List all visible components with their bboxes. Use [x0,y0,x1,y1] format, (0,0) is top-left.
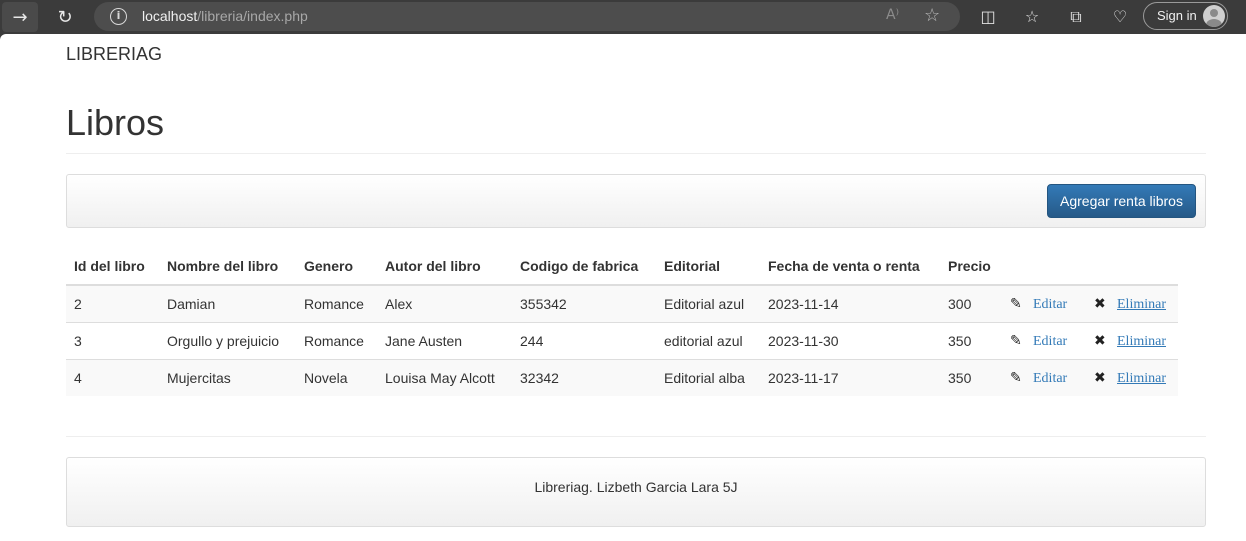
collections-icon[interactable]: ⧉ [1064,5,1088,29]
split-screen-icon[interactable]: ◫ [976,5,1000,29]
cell-delete: ✖ Eliminar [1086,284,1178,322]
reload-icon[interactable]: ↻ [47,2,83,32]
column-header: Editorial [656,247,760,286]
cell-nombre: Mujercitas [159,358,296,396]
star-icon[interactable]: ☆ [924,5,940,26]
avatar [1203,5,1225,27]
close-icon[interactable]: ✖ [1094,296,1109,312]
navbar-brand[interactable]: LIBRERIAG [66,44,162,65]
cell-nombre: Damian [159,284,296,322]
url-text[interactable]: localhost/libreria/index.php [142,8,308,24]
table-row: 4 Mujercitas Novela Louisa May Alcott 32… [66,358,1178,396]
cell-edit: ✎ Editar [1002,284,1086,322]
browser-essentials-icon[interactable]: ♡ [1108,5,1132,29]
column-header-actions [1002,247,1086,286]
column-header: Genero [296,247,377,286]
edit-link[interactable]: Editar [1033,334,1067,349]
delete-link[interactable]: Eliminar [1117,371,1166,386]
cell-delete: ✖ Eliminar [1086,321,1178,359]
edit-icon[interactable]: ✎ [1010,370,1025,386]
cell-autor: Jane Austen [377,321,512,359]
page-title: Libros [66,102,165,143]
sign-in-button[interactable]: Sign in [1143,2,1228,30]
column-header: Autor del libro [377,247,512,286]
edit-icon[interactable]: ✎ [1010,296,1025,312]
cell-codigo: 32342 [512,358,656,396]
delete-link[interactable]: Eliminar [1117,334,1166,349]
column-header: Fecha de venta o renta [760,247,940,286]
cell-genero: Romance [296,321,377,359]
delete-link[interactable]: Eliminar [1117,297,1166,312]
cell-fecha: 2023-11-30 [760,321,940,359]
column-header: Precio [940,247,1002,286]
cell-editorial: editorial azul [656,321,760,359]
column-header: Nombre del libro [159,247,296,286]
cell-fecha: 2023-11-17 [760,358,940,396]
table-header-row: Id del libro Nombre del libro Genero Aut… [66,247,1178,286]
cell-codigo: 355342 [512,284,656,322]
divider [66,153,1206,154]
cell-edit: ✎ Editar [1002,321,1086,359]
cell-precio: 350 [940,358,1002,396]
read-aloud-icon[interactable]: A⁾ [886,7,899,23]
table-row: 2 Damian Romance Alex 355342 Editorial a… [66,284,1178,322]
cell-autor: Alex [377,284,512,322]
favorites-icon[interactable]: ☆ [1020,5,1044,29]
cell-edit: ✎ Editar [1002,358,1086,396]
table-row: 3 Orgullo y prejuicio Romance Jane Auste… [66,321,1178,359]
footer: Libreriag. Lizbeth Garcia Lara 5J [66,457,1206,527]
cell-id: 2 [66,284,159,322]
books-table: Id del libro Nombre del libro Genero Aut… [66,247,1178,396]
cell-precio: 350 [940,321,1002,359]
add-rental-button[interactable]: Agregar renta libros [1047,184,1196,218]
column-header-actions [1086,247,1178,286]
arrow-right-icon[interactable]: → [2,2,38,32]
action-panel: Agregar renta libros [66,174,1206,228]
cell-genero: Novela [296,358,377,396]
cell-genero: Romance [296,284,377,322]
cell-codigo: 244 [512,321,656,359]
close-icon[interactable]: ✖ [1094,370,1109,386]
column-header: Id del libro [66,247,159,286]
divider [66,436,1206,437]
edit-icon[interactable]: ✎ [1010,333,1025,349]
cell-precio: 300 [940,284,1002,322]
cell-id: 3 [66,321,159,359]
cell-autor: Louisa May Alcott [377,358,512,396]
cell-fecha: 2023-11-14 [760,284,940,322]
cell-id: 4 [66,358,159,396]
edit-link[interactable]: Editar [1033,371,1067,386]
address-bar[interactable]: i localhost/libreria/index.php A⁾ ☆ [94,2,960,31]
page-corner [0,34,12,40]
browser-toolbar: → ↻ i localhost/libreria/index.php A⁾ ☆ … [0,0,1246,34]
edit-link[interactable]: Editar [1033,297,1067,312]
cell-delete: ✖ Eliminar [1086,358,1178,396]
cell-editorial: Editorial alba [656,358,760,396]
sign-in-label: Sign in [1157,8,1197,23]
cell-nombre: Orgullo y prejuicio [159,321,296,359]
close-icon[interactable]: ✖ [1094,333,1109,349]
info-icon[interactable]: i [110,8,127,25]
footer-text: Libreriag. Lizbeth Garcia Lara 5J [534,479,738,495]
column-header: Codigo de fabrica [512,247,656,286]
cell-editorial: Editorial azul [656,284,760,322]
